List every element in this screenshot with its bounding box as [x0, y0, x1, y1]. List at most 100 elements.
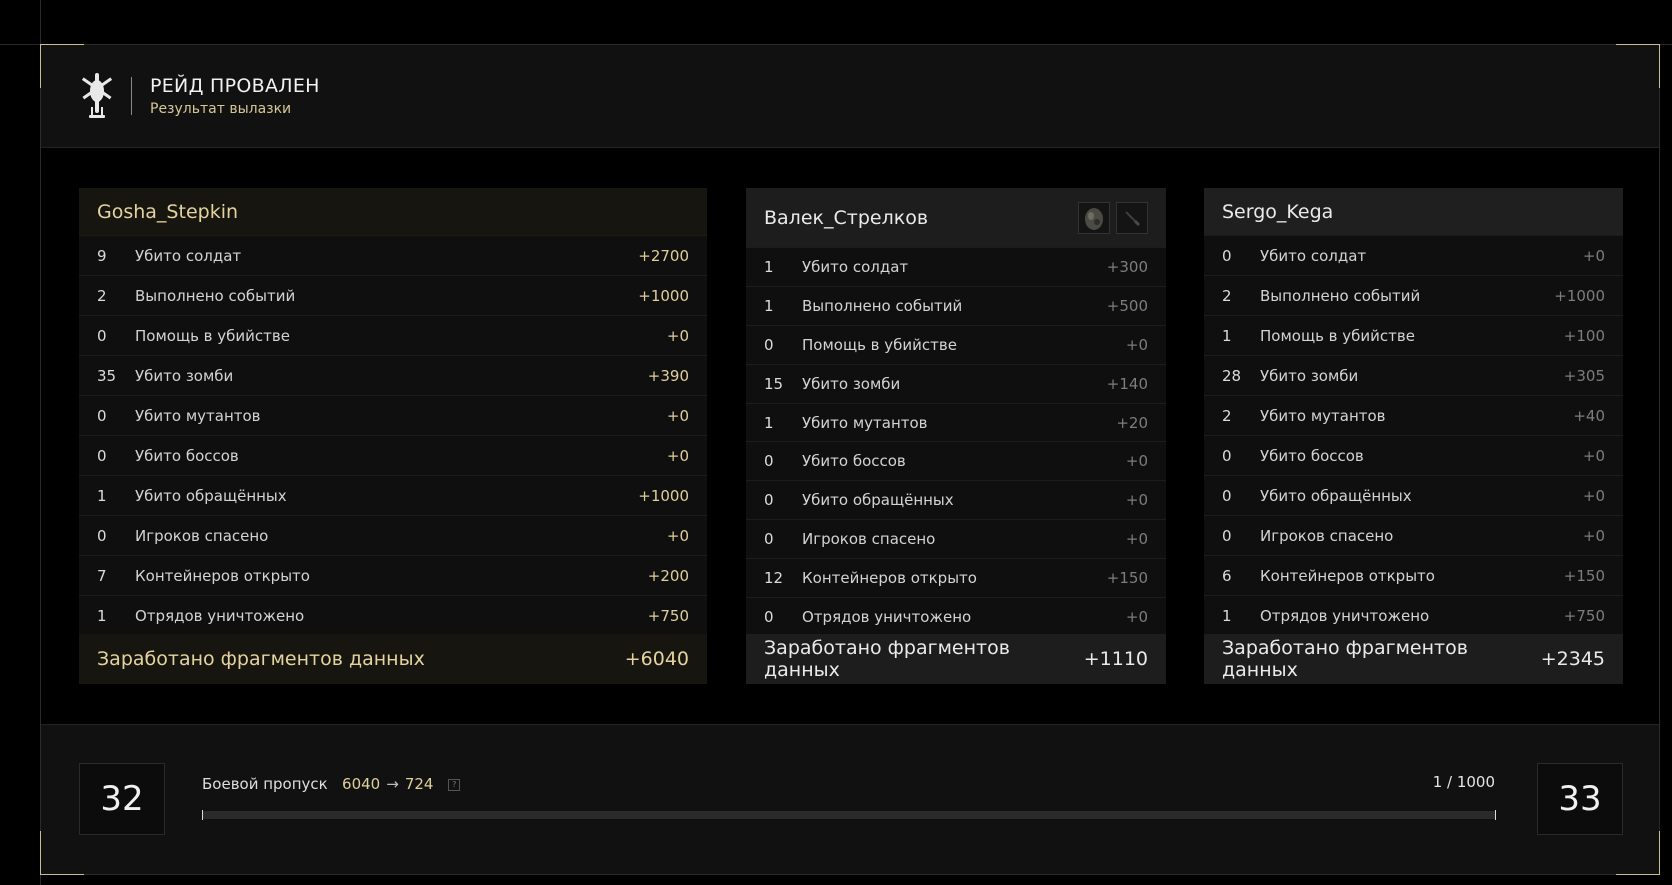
stat-count: 0: [1222, 246, 1232, 265]
stat-label: Игроков спасено: [802, 530, 936, 549]
stat-label: Помощь в убийстве: [1260, 326, 1415, 345]
stat-count: 35: [97, 366, 117, 385]
arrow-right-icon: →: [386, 775, 399, 793]
stat-points: +305: [1563, 366, 1605, 385]
total-value: +2345: [1540, 648, 1605, 670]
stat-count: 0: [1222, 486, 1232, 505]
stat-points: +200: [647, 566, 689, 585]
stat-points: +750: [1563, 606, 1605, 625]
stat-count: 0: [764, 491, 774, 510]
stat-row: 1 Отрядов уничтожено +750: [1204, 596, 1623, 636]
stat-count: 12: [764, 569, 784, 588]
player-card-valek: Валек_Стрелков 1 Убито солдат +300 1 Выполн…: [746, 188, 1166, 684]
stat-points: +20: [1116, 413, 1148, 432]
stat-count: 0: [1222, 526, 1232, 545]
stat-row: 35 Убито зомби +390: [79, 356, 707, 396]
stat-label: Контейнеров открыто: [135, 566, 310, 585]
player-name: Валек_Стрелков: [764, 206, 929, 229]
header-divider: [131, 77, 132, 115]
next-level-badge: 33: [1537, 763, 1623, 835]
stat-row: 2 Выполнено событий +1000: [1204, 276, 1623, 316]
stat-label: Убито зомби: [135, 366, 234, 385]
stat-row: 15 Убито зомби +140: [746, 364, 1166, 404]
stat-row: 2 Убито мутантов +40: [1204, 396, 1623, 436]
battlepass-label: Боевой пропуск 6040 → 724 ?: [202, 775, 461, 793]
stat-row: 1 Убито обращённых +1000: [79, 476, 707, 516]
stat-points: +0: [1125, 491, 1148, 510]
stat-row: 0 Убито боссов +0: [746, 442, 1166, 482]
stat-row: 0 Игроков спасено +0: [1204, 516, 1623, 556]
stat-count: 7: [97, 566, 107, 585]
stat-label: Убито солдат: [135, 246, 242, 265]
stat-row: 1 Убито мутантов +20: [746, 403, 1166, 443]
total-label: Заработано фрагментов данных: [97, 648, 425, 670]
stat-points: +0: [666, 446, 689, 465]
stat-row: 0 Убито обращённых +0: [1204, 476, 1623, 516]
stat-points: +0: [1582, 246, 1605, 265]
total-label: Заработано фрагментов данных: [1222, 637, 1468, 681]
player-card-header: Gosha_Stepkin: [79, 188, 707, 236]
stat-row: 0 Отрядов уничтожено +0: [746, 598, 1166, 637]
stat-points: +750: [647, 606, 689, 625]
stat-points: +40: [1573, 406, 1605, 425]
stat-points: +390: [647, 366, 689, 385]
stat-count: 1: [764, 257, 774, 276]
stat-label: Выполнено событий: [135, 286, 296, 305]
player-card-sergo: Sergo_Kega 0 Убито солдат +0 2 Выполнено со…: [1204, 188, 1623, 684]
stat-points: +1000: [638, 286, 689, 305]
knife-icon[interactable]: [1116, 201, 1148, 234]
raid-result-panel: РЕЙД ПРОВАЛЕН Результат вылазки Gosha_St…: [40, 44, 1660, 875]
page-subtitle: Результат вылазки: [150, 101, 292, 117]
stat-label: Убито солдат: [802, 257, 909, 276]
helicopter-icon: [77, 70, 117, 122]
stats-list: 0 Убито солдат +0 2 Выполнено событий +100 0 …: [1204, 236, 1623, 636]
stat-label: Отрядов уничтожено: [135, 606, 305, 625]
stat-count: 1: [1222, 606, 1232, 625]
stat-points: +0: [1582, 446, 1605, 465]
stat-count: 1: [97, 606, 107, 625]
battlepass-to: 724: [404, 775, 434, 793]
battlepass-from: 6040: [342, 775, 381, 793]
stat-count: 0: [764, 530, 774, 549]
stat-row: 28 Убито зомби +305: [1204, 356, 1623, 396]
stat-row: 0 Убито солдат +0: [1204, 236, 1623, 276]
stat-count: 0: [1222, 446, 1232, 465]
stat-label: Убито мутантов: [1260, 406, 1386, 425]
equipment-slots: [1078, 201, 1148, 234]
stat-count: 0: [97, 326, 107, 345]
stat-label: Выполнено событий: [802, 296, 963, 315]
battlepass-progress-bar: [202, 810, 1496, 820]
help-icon[interactable]: ?: [448, 778, 461, 791]
stat-points: +2700: [638, 246, 689, 265]
stats-list: 1 Убито солдат +300 1 Выполнено событий +500…: [746, 248, 1166, 637]
stat-points: +0: [1125, 452, 1148, 471]
stat-row: 2 Выполнено событий +1000: [79, 276, 707, 316]
stat-label: Убито солдат: [1260, 246, 1367, 265]
stat-label: Убито обращённых: [135, 486, 287, 505]
stat-count: 2: [1222, 286, 1232, 305]
total-row: Заработано фрагментов данных +1110: [746, 634, 1166, 684]
battlepass-progress-text: 1 / 1000: [1432, 773, 1495, 791]
stat-count: 6: [1222, 566, 1232, 585]
stat-points: +150: [1106, 569, 1148, 588]
page-title: РЕЙД ПРОВАЛЕН: [150, 75, 320, 97]
stat-count: 15: [764, 374, 784, 393]
stat-points: +150: [1563, 566, 1605, 585]
stat-points: +100: [1563, 326, 1605, 345]
stat-label: Выполнено событий: [1260, 286, 1421, 305]
stat-row: 0 Убито боссов +0: [1204, 436, 1623, 476]
stat-row: 7 Контейнеров открыто +200: [79, 556, 707, 596]
stat-count: 0: [97, 406, 107, 425]
stat-count: 0: [764, 335, 774, 354]
gear-item-icon[interactable]: [1078, 201, 1110, 234]
stat-points: +0: [1582, 486, 1605, 505]
stat-label: Убито зомби: [802, 374, 901, 393]
total-row: Заработано фрагментов данных +6040: [79, 634, 707, 684]
stat-points: +140: [1106, 374, 1148, 393]
stat-label: Убито боссов: [1260, 446, 1364, 465]
stat-label: Отрядов уничтожено: [1260, 606, 1430, 625]
player-card-header: Sergo_Kega: [1204, 188, 1623, 236]
total-value: +6040: [624, 648, 689, 670]
player-card-header: Валек_Стрелков: [746, 188, 1166, 248]
stat-row: 12 Контейнеров открыто +150: [746, 559, 1166, 599]
